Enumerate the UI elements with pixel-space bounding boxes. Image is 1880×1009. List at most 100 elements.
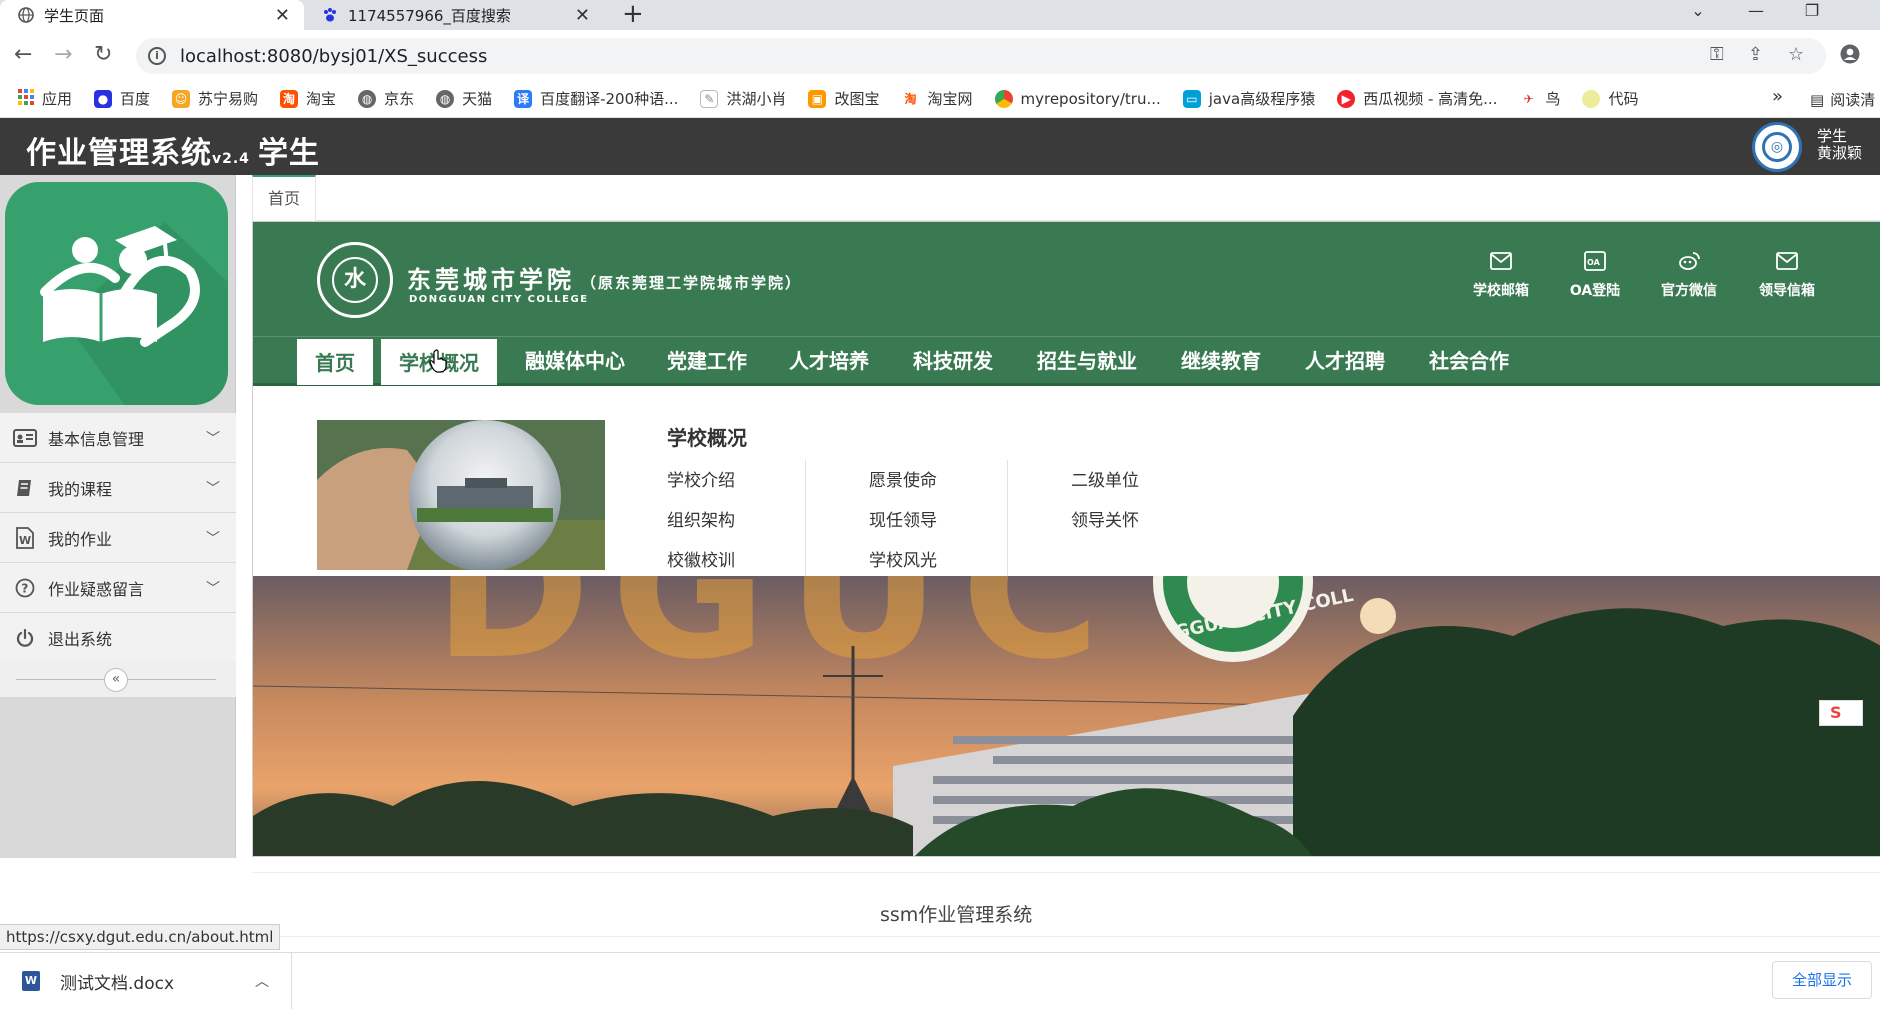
divider xyxy=(252,872,1880,873)
baidu-paw-icon: ● xyxy=(94,89,113,108)
forward-arrow-icon[interactable]: → xyxy=(54,42,72,68)
link-vision-mission[interactable]: 愿景使命 xyxy=(869,466,937,491)
sidebar-item-label: 作业疑惑留言 xyxy=(48,579,145,599)
quick-link-leader-mailbox[interactable]: 领导信箱 xyxy=(1747,250,1827,300)
quick-link-school-mail[interactable]: 学校邮箱 xyxy=(1461,250,1541,300)
browser-tab-student-page[interactable]: 学生页面 ✕ xyxy=(0,0,304,30)
sogou-input-icon[interactable]: S xyxy=(1819,700,1863,726)
tab-search-chevron-icon[interactable]: ⌄ xyxy=(1668,0,1728,30)
school-nav-continuing-edu[interactable]: 继续教育 xyxy=(1163,337,1279,385)
app-role: 学生 xyxy=(257,136,320,171)
bookmark-apps[interactable]: 应用 xyxy=(18,88,72,109)
reading-list-button[interactable]: ▤ 阅读清 xyxy=(1810,89,1875,110)
school-name-cn[interactable]: 东莞城市学院 xyxy=(407,260,575,295)
bookmark-label: 百度 xyxy=(120,90,151,108)
footer-text: ssm作业管理系统 xyxy=(880,904,1033,926)
close-tab-icon[interactable]: ✕ xyxy=(575,5,590,26)
sidebar-item-homework-questions[interactable]: ? 作业疑惑留言 ﹀ xyxy=(0,563,236,613)
close-tab-icon[interactable]: ✕ xyxy=(275,5,290,26)
bookmark-item[interactable]: ✈ 鸟 xyxy=(1519,88,1560,109)
quick-link-oa-login[interactable]: OA OA登陆 xyxy=(1555,250,1635,300)
show-all-downloads-button[interactable]: 全部显示 xyxy=(1772,961,1872,999)
school-nav-cooperation[interactable]: 社会合作 xyxy=(1411,337,1527,385)
new-tab-button[interactable]: + xyxy=(622,0,644,28)
sidebar-item-my-courses[interactable]: 我的课程 ﹀ xyxy=(0,463,236,513)
chevron-up-icon[interactable]: ︿ xyxy=(255,971,269,991)
bookmark-item[interactable]: ● 百度 xyxy=(94,88,150,109)
user-role: 学生 xyxy=(1817,127,1848,145)
address-bar-row: ← → ↻ i localhost:8080/bysj01/XS_success… xyxy=(0,30,1880,80)
quick-link-official-wechat[interactable]: 官方微信 xyxy=(1649,250,1729,300)
restore-icon[interactable]: ❐ xyxy=(1784,0,1840,30)
bilibili-tv-icon: ▭ xyxy=(1182,89,1201,108)
bookmark-item[interactable]: ✎ 洪湖小肖 xyxy=(700,88,786,109)
link-emblem-motto[interactable]: 校徽校训 xyxy=(667,546,735,571)
key-icon[interactable]: ⚿ xyxy=(1710,44,1724,65)
school-nav-recruitment[interactable]: 人才招聘 xyxy=(1287,337,1403,385)
back-arrow-icon[interactable]: ← xyxy=(14,42,32,68)
minimize-icon[interactable]: — xyxy=(1728,0,1784,30)
bookmark-item[interactable]: ◍ 京东 xyxy=(358,88,414,109)
banner-watermark-letters: DGUC xyxy=(433,576,1120,701)
link-leader-care[interactable]: 领导关怀 xyxy=(1071,506,1139,531)
school-nav-research[interactable]: 科技研发 xyxy=(895,337,1011,385)
chevron-down-icon: ﹀ xyxy=(206,480,220,497)
quick-link-label: 领导信箱 xyxy=(1759,283,1815,299)
link-current-leaders[interactable]: 现任领导 xyxy=(869,506,937,531)
word-document-icon: W xyxy=(22,971,40,991)
link-secondary-units[interactable]: 二级单位 xyxy=(1071,466,1139,491)
browser-tab-baidu-search[interactable]: 1174557966_百度搜索 ✕ xyxy=(304,0,604,30)
bookmark-item[interactable]: ▭ java高级程序猿 xyxy=(1182,88,1316,109)
close-window-icon[interactable] xyxy=(1840,0,1880,30)
overview-dropdown-panel: 学校概况 学校介绍 组织架构 校徽校训 愿景使命 现任领导 学校风光 二级单位 … xyxy=(253,386,1880,576)
sidebar-item-my-homework[interactable]: W 我的作业 ﹀ xyxy=(0,513,236,563)
bookmark-item[interactable]: 淘淘宝 xyxy=(280,88,336,109)
link-school-intro[interactable]: 学校介绍 xyxy=(667,466,735,491)
bookmark-label: 淘宝 xyxy=(306,90,337,108)
download-item[interactable]: W 测试文档.docx ︿ xyxy=(0,953,292,1009)
school-former-name: （原东莞理工学院城市学院） xyxy=(581,274,803,292)
sidebar-item-basic-info[interactable]: 基本信息管理 ﹀ xyxy=(0,413,236,463)
avatar[interactable]: ◎ xyxy=(1752,122,1802,172)
school-nav-party-work[interactable]: 党建工作 xyxy=(649,337,765,385)
bookmark-item[interactable]: 代码 xyxy=(1582,88,1639,109)
sidebar-item-logout[interactable]: 退出系统 xyxy=(0,613,236,663)
app-header: 作业管理系统v2.4 学生 ◎ 学生 黄淑颖 xyxy=(0,118,1880,175)
campus-sunset-banner: DGUC GGUAN CITY COLL S xyxy=(253,576,1880,856)
bookmark-item[interactable]: ◍ 天猫 xyxy=(436,88,492,109)
bookmark-item[interactable]: ▣ 改图宝 xyxy=(808,88,879,109)
user-info[interactable]: 学生 黄淑颖 xyxy=(1817,128,1862,162)
hand-cursor-icon xyxy=(429,349,447,373)
school-nav-media-center[interactable]: 融媒体中心 xyxy=(507,337,643,385)
chevron-down-icon: ﹀ xyxy=(206,430,220,447)
bookmark-item[interactable]: 译百度翻译-200种语... xyxy=(514,88,678,109)
bookmark-label: 西瓜视频 - 高清免... xyxy=(1363,90,1498,108)
school-emblem-icon[interactable]: 水 xyxy=(317,242,393,318)
bookmark-item[interactable]: 淘淘宝网 xyxy=(901,88,973,109)
more-bookmarks-button[interactable]: » xyxy=(1772,86,1783,107)
bookmark-item[interactable]: ☺ 苏宁易购 xyxy=(172,88,258,109)
sidebar-item-label: 退出系统 xyxy=(48,629,113,649)
school-nav-home[interactable]: 首页 xyxy=(297,339,373,385)
bookmark-item[interactable]: myrepository/tru... xyxy=(994,89,1161,108)
bookmark-label: 改图宝 xyxy=(834,90,880,108)
site-info-icon[interactable]: i xyxy=(148,47,166,65)
power-icon xyxy=(12,627,38,649)
link-campus-scenery[interactable]: 学校风光 xyxy=(869,546,937,571)
bookmark-item[interactable]: ▶ 西瓜视频 - 高清免... xyxy=(1337,88,1497,109)
share-icon[interactable]: ⇪ xyxy=(1748,44,1763,65)
bookmark-label: 洪湖小肖 xyxy=(726,90,787,108)
chrome-icon xyxy=(994,89,1013,108)
download-file-name: 测试文档.docx xyxy=(60,973,175,994)
school-nav-admissions[interactable]: 招生与就业 xyxy=(1019,337,1155,385)
school-nav-talent-training[interactable]: 人才培养 xyxy=(771,337,887,385)
bookmark-star-icon[interactable]: ☆ xyxy=(1788,44,1804,65)
crystal-ball-campus-image xyxy=(317,420,605,570)
url-field[interactable]: i localhost:8080/bysj01/XS_success xyxy=(136,38,1826,74)
bookmark-label: java高级程序猿 xyxy=(1208,90,1316,108)
reload-icon[interactable]: ↻ xyxy=(94,42,112,68)
collapse-sidebar-icon[interactable]: « xyxy=(104,668,128,692)
tab-home[interactable]: 首页 xyxy=(252,175,316,221)
link-org-structure[interactable]: 组织架构 xyxy=(667,506,735,531)
profile-icon[interactable] xyxy=(1840,44,1860,69)
